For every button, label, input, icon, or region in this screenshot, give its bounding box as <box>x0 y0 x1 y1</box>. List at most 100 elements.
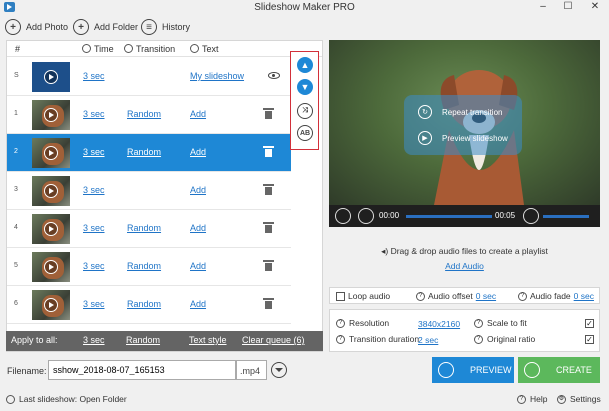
resolution-link[interactable]: 3840x2160 <box>418 319 460 329</box>
help-icon[interactable]: ? <box>416 291 425 301</box>
transition-link[interactable]: Random <box>127 223 161 233</box>
reorder-toolbox: ▲ ▼ ⤨ AB <box>290 51 319 150</box>
trash-icon[interactable] <box>263 146 274 157</box>
time-link[interactable]: 3 sec <box>83 71 105 81</box>
time-link[interactable]: 3 sec <box>83 147 105 157</box>
help-icon[interactable]: ? <box>518 291 527 301</box>
arrow-down-icon[interactable]: ▼ <box>297 79 313 95</box>
trash-icon[interactable] <box>263 184 274 195</box>
transition-duration-link[interactable]: 2 sec <box>418 335 438 345</box>
help-icon[interactable]: ? <box>474 318 483 328</box>
table-row[interactable]: 6 3 sec Random Add <box>7 286 291 324</box>
seek-bar[interactable] <box>406 215 492 218</box>
trash-icon[interactable] <box>263 108 274 119</box>
add-folder-button[interactable]: + Add Folder <box>73 18 138 36</box>
help-button[interactable]: ? Help <box>517 394 547 404</box>
play-icon[interactable] <box>44 146 58 160</box>
table-row[interactable]: 1 3 sec Random Add <box>7 96 291 134</box>
transition-link[interactable]: Random <box>127 147 161 157</box>
text-style-link[interactable]: Text style <box>189 335 227 345</box>
trash-icon[interactable] <box>263 260 274 271</box>
shuffle-icon[interactable]: ⤨ <box>297 103 313 119</box>
stop-button[interactable] <box>358 208 374 224</box>
time-link[interactable]: 3 sec <box>83 109 105 119</box>
play-icon[interactable] <box>44 108 58 122</box>
audio-drop-zone[interactable]: ◂) Drag & drop audio files to create a p… <box>329 228 600 285</box>
play-icon[interactable] <box>44 260 58 274</box>
table-row[interactable]: 5 3 sec Random Add <box>7 248 291 286</box>
audio-options: Loop audio ? Audio offset 0 sec ? Audio fad… <box>329 287 600 304</box>
clear-queue-link[interactable]: Clear queue (6) <box>242 335 305 345</box>
slide-thumbnail[interactable] <box>32 176 70 206</box>
close-button[interactable]: ✕ <box>583 0 607 15</box>
text-link[interactable]: My slideshow <box>190 71 244 81</box>
slide-thumbnail[interactable] <box>32 100 70 130</box>
time-link[interactable]: 3 sec <box>83 223 105 233</box>
text-link[interactable]: Add <box>190 147 206 157</box>
trash-icon[interactable] <box>263 222 274 233</box>
audio-fade-link[interactable]: 0 sec <box>574 291 594 301</box>
slide-thumbnail[interactable] <box>32 290 70 320</box>
volume-icon[interactable] <box>523 208 539 224</box>
slide-thumbnail[interactable] <box>32 214 70 244</box>
audio-offset-link[interactable]: 0 sec <box>476 291 496 301</box>
maximize-button[interactable]: ☐ <box>556 0 580 15</box>
time-link[interactable]: 3 sec <box>83 185 105 195</box>
transition-link[interactable]: Random <box>127 299 161 309</box>
loop-audio-checkbox[interactable] <box>336 291 345 301</box>
table-header: # Time Transition Text <box>7 41 322 57</box>
transition-link[interactable]: Random <box>127 109 161 119</box>
row-number: 4 <box>14 224 18 231</box>
preview-button[interactable]: PREVIEW <box>432 357 514 383</box>
chevron-down-icon[interactable] <box>271 362 287 378</box>
table-row[interactable]: S 3 sec My slideshow <box>7 58 291 96</box>
table-row[interactable]: 3 3 sec Add <box>7 172 291 210</box>
help-icon[interactable]: ? <box>336 318 345 328</box>
text-link[interactable]: Add <box>190 261 206 271</box>
play-icon[interactable] <box>44 70 58 84</box>
slide-list-panel: # Time Transition Text S 3 sec My slides… <box>6 40 323 352</box>
loop-audio-option[interactable]: Loop audio <box>336 291 390 301</box>
text-link[interactable]: Add <box>190 299 206 309</box>
text-link[interactable]: Add <box>190 223 206 233</box>
table-row[interactable]: 4 3 sec Random Add <box>7 210 291 248</box>
help-icon[interactable]: ? <box>336 334 345 344</box>
scale-to-fit-checkbox[interactable] <box>585 319 594 328</box>
add-audio-link[interactable]: Add Audio <box>329 261 600 271</box>
minimize-button[interactable]: – <box>531 0 555 15</box>
toolbar: + Add Photo + Add Folder ≡ History <box>0 15 609 39</box>
original-ratio-checkbox[interactable] <box>585 335 594 344</box>
play-icon <box>438 362 454 378</box>
eye-icon[interactable] <box>268 72 280 79</box>
transition-link[interactable]: Random <box>127 261 161 271</box>
create-button[interactable]: CREATE <box>518 357 600 383</box>
filename-input[interactable] <box>48 360 236 380</box>
repeat-transition-button[interactable]: ↻ Repeat transition <box>418 105 502 119</box>
last-slideshow[interactable]: Last slideshow: Open Folder <box>6 394 127 404</box>
sort-ab-icon[interactable]: AB <box>297 125 313 141</box>
trash-icon[interactable] <box>263 298 274 309</box>
help-icon[interactable]: ? <box>474 334 483 344</box>
play-icon[interactable] <box>44 184 58 198</box>
arrow-up-icon[interactable]: ▲ <box>297 57 313 73</box>
window-title: Slideshow Maker PRO <box>254 2 355 13</box>
add-photo-button[interactable]: + Add Photo <box>5 18 68 36</box>
extension-field[interactable]: .mp4 <box>236 360 267 380</box>
play-icon[interactable] <box>44 222 58 236</box>
play-button[interactable] <box>335 208 351 224</box>
volume-slider[interactable] <box>543 215 589 218</box>
slide-thumbnail[interactable] <box>32 138 70 168</box>
text-link[interactable]: Add <box>190 109 206 119</box>
preview-slideshow-button[interactable]: ▶ Preview slideshow <box>418 131 508 145</box>
slide-thumbnail[interactable] <box>32 62 70 92</box>
slide-thumbnail[interactable] <box>32 252 70 282</box>
play-icon[interactable] <box>44 298 58 312</box>
apply-transition-link[interactable]: Random <box>126 335 160 345</box>
text-link[interactable]: Add <box>190 185 206 195</box>
time-link[interactable]: 3 sec <box>83 261 105 271</box>
apply-time-link[interactable]: 3 sec <box>83 335 105 345</box>
history-button[interactable]: ≡ History <box>141 18 190 36</box>
time-link[interactable]: 3 sec <box>83 299 105 309</box>
table-row[interactable]: 2 3 sec Random Add <box>7 134 291 172</box>
settings-button[interactable]: ⚙ Settings <box>557 394 601 404</box>
